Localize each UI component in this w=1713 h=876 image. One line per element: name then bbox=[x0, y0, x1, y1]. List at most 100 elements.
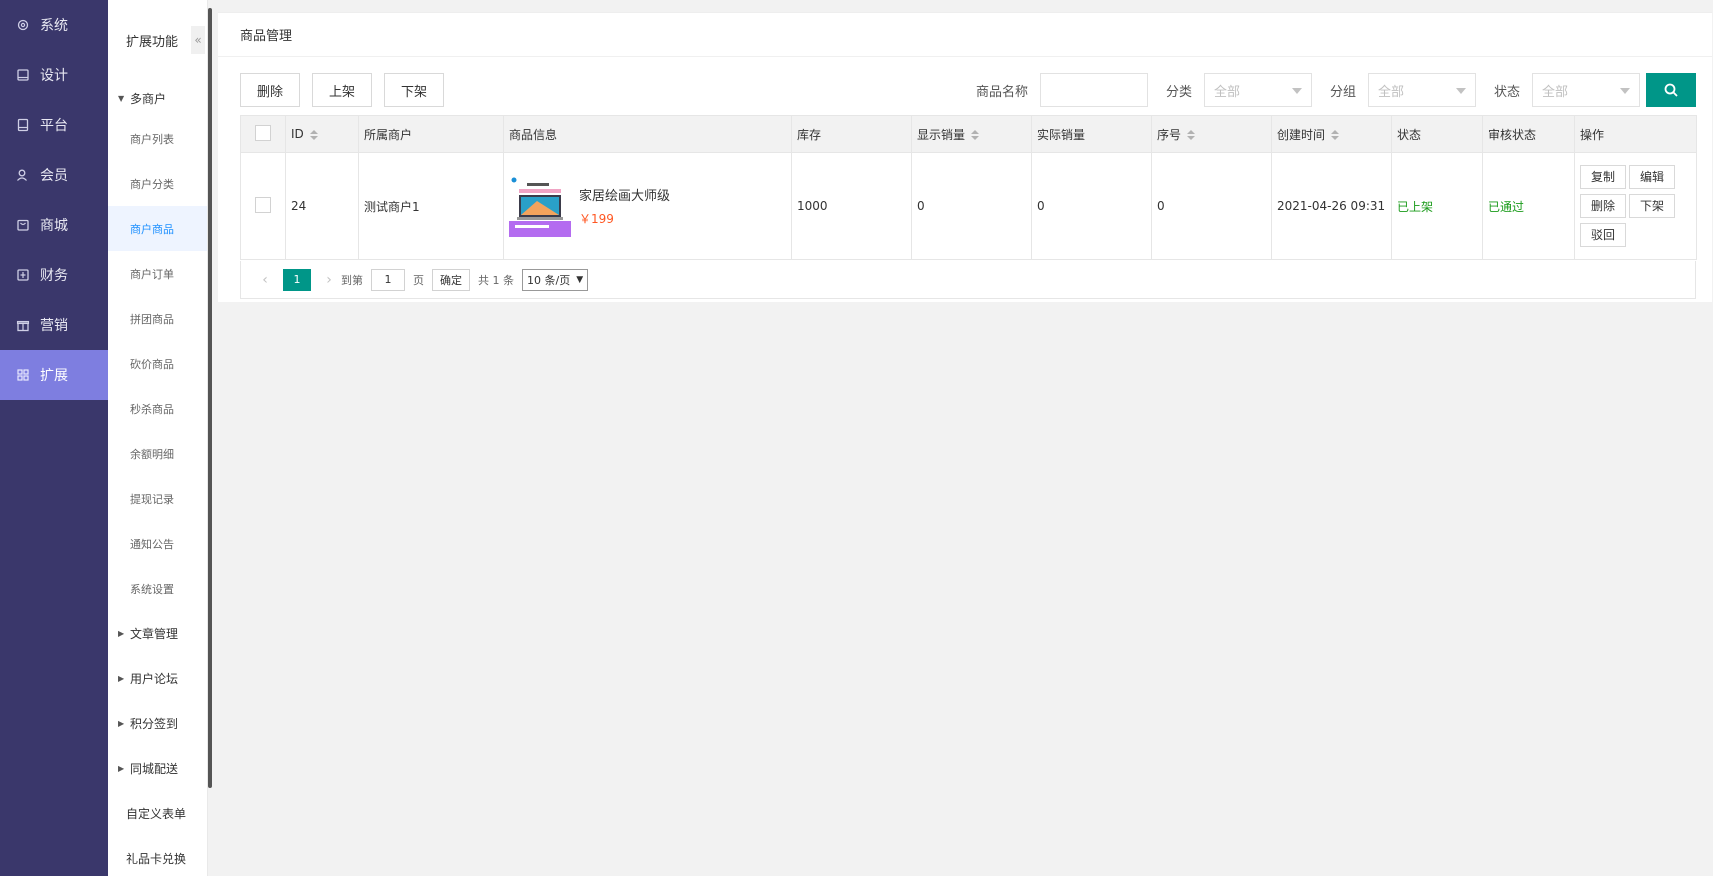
nav-item-label: 系统 bbox=[40, 18, 68, 34]
sub-item-group-buy[interactable]: 拼团商品 bbox=[108, 296, 207, 341]
category-label: 分类 bbox=[1165, 84, 1192, 100]
category-select[interactable]: 全部 bbox=[1203, 73, 1312, 107]
nav-item-shop[interactable]: 商城 bbox=[0, 200, 108, 250]
collapse-icon[interactable]: « bbox=[191, 26, 205, 54]
status-label: 状态 bbox=[1493, 84, 1520, 100]
nav-item-label: 营销 bbox=[40, 318, 68, 334]
nav-item-design[interactable]: 设计 bbox=[0, 50, 108, 100]
column-header: 实际销量 bbox=[1031, 115, 1152, 153]
goods-price: ￥199 bbox=[579, 212, 614, 226]
nav-item-member[interactable]: 会员 bbox=[0, 150, 108, 200]
sub-group-delivery[interactable]: ▶ 同城配送 bbox=[108, 746, 207, 791]
sort-icon[interactable] bbox=[1187, 130, 1196, 140]
submenu-scrollbar[interactable] bbox=[208, 8, 212, 788]
column-header[interactable]: 创建时间 bbox=[1271, 115, 1392, 153]
select-all-cell bbox=[240, 115, 286, 153]
column-header[interactable]: 序号 bbox=[1151, 115, 1272, 153]
sub-item-merchant-goods[interactable]: 商户商品 bbox=[108, 206, 207, 251]
nav-item-label: 平台 bbox=[40, 118, 68, 134]
copy-button[interactable]: 复制 bbox=[1580, 164, 1627, 189]
shop-icon bbox=[16, 218, 30, 232]
goods-thumbnail[interactable] bbox=[509, 175, 571, 237]
sub-item-withdraw[interactable]: 提现记录 bbox=[108, 476, 207, 521]
chevron-down-icon bbox=[1455, 88, 1466, 94]
toolbar: 删除 上架 下架 商品名称 分类 全部 分组 全部 状态 全部 bbox=[240, 73, 1696, 107]
next-page-icon[interactable]: › bbox=[317, 272, 341, 288]
page-size-select[interactable]: 10 条/页 ▼ bbox=[522, 268, 589, 291]
sub-menu: 扩展功能 « ▼ 多商户 商户列表 商户分类 商户商品 商户订单 拼团商品 砍价… bbox=[108, 0, 208, 876]
current-page[interactable]: 1 bbox=[283, 268, 311, 291]
sort-icon[interactable] bbox=[1331, 130, 1340, 140]
table-header-row: ID 所属商户 商品信息 库存 显示销量 实际销量 序号 创建时间 状态 审核状… bbox=[240, 115, 1697, 153]
search-button[interactable] bbox=[1646, 73, 1696, 107]
nav-item-finance[interactable]: 财务 bbox=[0, 250, 108, 300]
audit-badge: 已通过 bbox=[1482, 152, 1575, 260]
nav-item-system[interactable]: 系统 bbox=[0, 0, 108, 50]
goods-name-input[interactable] bbox=[1039, 73, 1148, 107]
page-unit: 页 bbox=[413, 273, 424, 287]
sub-group-article[interactable]: ▶ 文章管理 bbox=[108, 611, 207, 656]
column-header: 审核状态 bbox=[1482, 115, 1575, 153]
cell-goods-info: 家居绘画大师级 ￥199 bbox=[503, 152, 792, 260]
cell-merchant: 测试商户1 bbox=[358, 152, 504, 260]
status-select[interactable]: 全部 bbox=[1532, 73, 1640, 107]
tablet-icon bbox=[16, 118, 30, 132]
goods-panel: 商品管理 删除 上架 下架 商品名称 分类 全部 分组 全部 状态 全部 ID … bbox=[218, 12, 1712, 302]
table-row: 24 测试商户1 家居绘画大师级 ￥199 1000 0 0 0 2021-04… bbox=[240, 152, 1697, 260]
row-delete-button[interactable]: 删除 bbox=[1580, 193, 1627, 218]
row-checkbox[interactable] bbox=[255, 196, 271, 213]
sub-item-balance[interactable]: 余额明细 bbox=[108, 431, 207, 476]
sub-group-label: 文章管理 bbox=[130, 627, 179, 641]
row-select-cell bbox=[240, 152, 286, 260]
goods-table: ID 所属商户 商品信息 库存 显示销量 实际销量 序号 创建时间 状态 审核状… bbox=[240, 115, 1697, 260]
total-count: 共 1 条 bbox=[478, 273, 514, 287]
sub-group-checkin[interactable]: ▶ 积分签到 bbox=[108, 701, 207, 746]
sub-group-merchant[interactable]: ▼ 多商户 bbox=[108, 80, 207, 116]
sort-icon[interactable] bbox=[309, 129, 318, 140]
sub-group-label: 积分签到 bbox=[130, 717, 179, 731]
sub-item-merchant-list[interactable]: 商户列表 bbox=[108, 116, 207, 161]
status-badge: 已上架 bbox=[1391, 152, 1483, 260]
sub-group-label: 同城配送 bbox=[130, 762, 179, 776]
reject-button[interactable]: 驳回 bbox=[1580, 222, 1627, 247]
prev-page-icon[interactable]: ‹ bbox=[253, 272, 277, 288]
column-header[interactable]: 显示销量 bbox=[911, 115, 1032, 153]
delete-button[interactable]: 删除 bbox=[240, 73, 301, 107]
page-title: 商品管理 bbox=[218, 13, 1712, 57]
sub-item-notice[interactable]: 通知公告 bbox=[108, 521, 207, 566]
goods-name: 家居绘画大师级 bbox=[579, 189, 671, 204]
goto-page-input[interactable]: 1 bbox=[371, 268, 405, 291]
group-select[interactable]: 全部 bbox=[1367, 73, 1476, 107]
column-header: 状态 bbox=[1391, 115, 1483, 153]
chevron-down-icon bbox=[1620, 88, 1630, 94]
column-header: 操作 bbox=[1574, 115, 1697, 153]
sub-group-label: 用户论坛 bbox=[130, 672, 179, 686]
nav-item-extension[interactable]: 扩展 bbox=[0, 350, 108, 400]
column-header: 库存 bbox=[791, 115, 912, 153]
nav-item-marketing[interactable]: 营销 bbox=[0, 300, 108, 350]
sub-item-custom-form[interactable]: 自定义表单 bbox=[108, 791, 207, 836]
finance-icon bbox=[16, 268, 30, 282]
nav-item-platform[interactable]: 平台 bbox=[0, 100, 108, 150]
grid-icon bbox=[16, 368, 30, 382]
column-header: 商品信息 bbox=[503, 115, 792, 153]
row-unshelve-button[interactable]: 下架 bbox=[1629, 193, 1676, 218]
nav-item-label: 会员 bbox=[40, 168, 68, 184]
cell-id: 24 bbox=[285, 152, 359, 260]
sub-item-flash-sale[interactable]: 秒杀商品 bbox=[108, 386, 207, 431]
select-all-checkbox[interactable] bbox=[255, 124, 271, 141]
column-header[interactable]: ID bbox=[285, 115, 359, 153]
edit-button[interactable]: 编辑 bbox=[1629, 164, 1676, 189]
sub-group-forum[interactable]: ▶ 用户论坛 bbox=[108, 656, 207, 701]
sub-item-merchant-category[interactable]: 商户分类 bbox=[108, 161, 207, 206]
sub-item-gift-card[interactable]: 礼品卡兑换 bbox=[108, 836, 207, 876]
status-select-value: 全部 bbox=[1542, 84, 1569, 100]
goto-confirm-button[interactable]: 确定 bbox=[432, 268, 470, 291]
gift-icon bbox=[16, 318, 30, 332]
unshelve-button[interactable]: 下架 bbox=[384, 73, 445, 107]
sub-item-bargain[interactable]: 砍价商品 bbox=[108, 341, 207, 386]
sub-item-settings[interactable]: 系统设置 bbox=[108, 566, 207, 611]
sub-item-merchant-orders[interactable]: 商户订单 bbox=[108, 251, 207, 296]
shelve-button[interactable]: 上架 bbox=[312, 73, 373, 107]
sort-icon[interactable] bbox=[971, 130, 980, 140]
